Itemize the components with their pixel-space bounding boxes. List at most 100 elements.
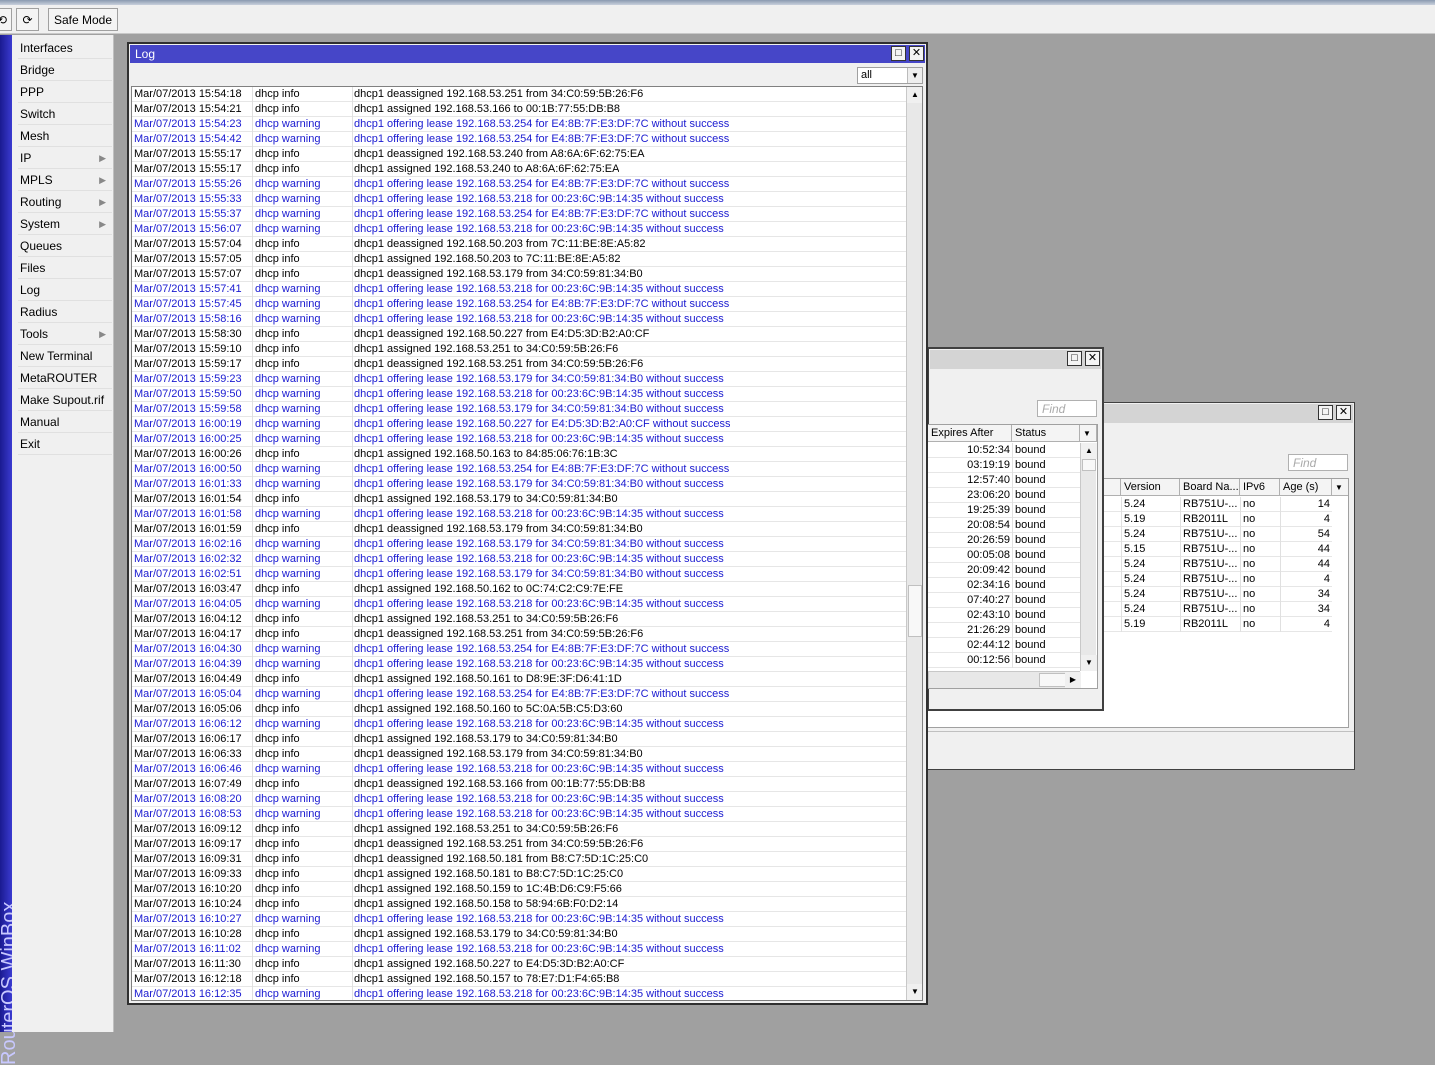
scroll-down-icon[interactable]: ▼ — [1081, 655, 1097, 671]
scroll-thumb[interactable] — [1039, 673, 1067, 687]
neighbor-version: 5.19 — [1121, 617, 1180, 632]
log-entry: Mar/07/2013 16:03:47 dhcp info dhcp1 assig… — [132, 582, 906, 597]
sidebar-item-exit[interactable]: Exit — [18, 433, 112, 455]
lease-status: bound — [1012, 458, 1078, 473]
toolbar: ⟲ ⟳ Safe Mode — [0, 5, 1435, 34]
sidebar-item-ppp[interactable]: PPP — [18, 81, 112, 103]
column-menu-icon[interactable]: ▼ — [1332, 479, 1348, 496]
sidebar-item-bridge[interactable]: Bridge — [18, 59, 112, 81]
find-input[interactable]: Find — [1037, 400, 1097, 417]
log-time: Mar/07/2013 16:02:32 — [134, 553, 242, 565]
find-input[interactable]: Find — [1288, 454, 1348, 471]
sidebar-item-label: Make Supout.rif — [20, 393, 105, 407]
lease-expires-after: 20:08:54 — [967, 519, 1010, 531]
log-entry: Mar/07/2013 15:55:17 dhcp info dhcp1 deass… — [132, 147, 906, 162]
log-topics: dhcp warning — [252, 432, 352, 447]
log-entry: Mar/07/2013 16:01:33 dhcp warning dhcp1 of… — [132, 477, 906, 492]
sidebar-item-ip[interactable]: IP ▶ — [18, 147, 112, 169]
topic-filter-select[interactable]: all ▼ — [857, 67, 923, 84]
chevron-right-icon: ▶ — [99, 329, 106, 339]
log-message: dhcp1 offering lease 192.168.53.218 for … — [352, 657, 724, 672]
sidebar-item-tools[interactable]: Tools ▶ — [18, 323, 112, 345]
log-topics: dhcp warning — [252, 987, 352, 1000]
lease-row: 20:09:42 bound — [928, 563, 1080, 578]
column-header-board-name[interactable]: Board Na... — [1180, 479, 1240, 496]
log-entry: Mar/07/2013 16:01:54 dhcp info dhcp1 assig… — [132, 492, 906, 507]
neighbor-board-name: RB751U-... — [1180, 602, 1240, 617]
maximize-button[interactable]: □ — [891, 46, 906, 61]
sidebar-item-queues[interactable]: Queues — [18, 235, 112, 257]
sidebar-item-metarouter[interactable]: MetaROUTER — [18, 367, 112, 389]
log-time: Mar/07/2013 16:06:17 — [134, 733, 242, 745]
scroll-thumb[interactable] — [1082, 459, 1096, 471]
log-entry: Mar/07/2013 16:02:16 dhcp warning dhcp1 of… — [132, 537, 906, 552]
maximize-icon: □ — [895, 47, 902, 59]
lease-row: 19:25:39 bound — [928, 503, 1080, 518]
vertical-scrollbar[interactable]: ▲ ▼ — [906, 87, 922, 1000]
vertical-scrollbar[interactable]: ▲ ▼ — [1080, 443, 1097, 671]
close-button[interactable]: ✕ — [909, 46, 924, 61]
log-topics: dhcp info — [252, 147, 352, 162]
log-topics: dhcp info — [252, 927, 352, 942]
log-topics: dhcp info — [252, 492, 352, 507]
log-time: Mar/07/2013 16:01:58 — [134, 508, 242, 520]
log-topics: dhcp info — [252, 867, 352, 882]
column-header-ipv6[interactable]: IPv6 — [1240, 479, 1280, 496]
sidebar-item-routing[interactable]: Routing ▶ — [18, 191, 112, 213]
sidebar-item-switch[interactable]: Switch — [18, 103, 112, 125]
log-topics: dhcp warning — [252, 132, 352, 147]
scroll-thumb[interactable] — [908, 585, 922, 637]
sidebar-item-mesh[interactable]: Mesh — [18, 125, 112, 147]
sidebar-item-system[interactable]: System ▶ — [18, 213, 112, 235]
safe-mode-button[interactable]: Safe Mode — [48, 8, 118, 31]
sidebar-item-new-terminal[interactable]: New Terminal — [18, 345, 112, 367]
lease-status: bound — [1012, 563, 1078, 578]
neighbor-board-name: RB751U-... — [1180, 557, 1240, 572]
sidebar-item-mpls[interactable]: MPLS ▶ — [18, 169, 112, 191]
log-topics: dhcp warning — [252, 792, 352, 807]
sidebar-item-label: Radius — [20, 305, 58, 319]
column-header-expires-after[interactable]: Expires After — [928, 425, 1012, 442]
sidebar-item-log[interactable]: Log — [18, 279, 112, 301]
log-topics: dhcp info — [252, 252, 352, 267]
neighbor-ipv6: no — [1240, 617, 1280, 632]
log-topics: dhcp info — [252, 702, 352, 717]
log-entry: Mar/07/2013 15:58:30 dhcp info dhcp1 deass… — [132, 327, 906, 342]
column-header-version[interactable]: Version — [1121, 479, 1180, 496]
column-header-age[interactable]: Age (s) — [1280, 479, 1332, 496]
sidebar-item-label: MetaROUTER — [20, 371, 98, 385]
dropdown-arrow-icon[interactable]: ▼ — [907, 68, 922, 83]
log-time: Mar/07/2013 15:54:23 — [134, 118, 242, 130]
lease-expires-after: 07:40:27 — [967, 594, 1010, 606]
maximize-button[interactable]: □ — [1318, 405, 1333, 420]
log-entry: Mar/07/2013 15:55:17 dhcp info dhcp1 assig… — [132, 162, 906, 177]
sidebar-item-files[interactable]: Files — [18, 257, 112, 279]
close-button[interactable]: ✕ — [1085, 351, 1100, 366]
column-header-status[interactable]: Status — [1012, 425, 1080, 442]
scroll-up-icon[interactable]: ▲ — [907, 87, 922, 103]
sidebar-item-manual[interactable]: Manual — [18, 411, 112, 433]
lease-expires-after: 12:57:40 — [967, 474, 1010, 486]
sidebar-item-radius[interactable]: Radius — [18, 301, 112, 323]
column-menu-icon[interactable]: ▼ — [1080, 425, 1097, 442]
log-message: dhcp1 assigned 192.168.53.179 to 34:C0:5… — [352, 927, 618, 942]
log-topics: dhcp warning — [252, 942, 352, 957]
log-topics: dhcp warning — [252, 597, 352, 612]
log-entry: Mar/07/2013 15:57:07 dhcp info dhcp1 deass… — [132, 267, 906, 282]
log-topics: dhcp warning — [252, 192, 352, 207]
scroll-up-icon[interactable]: ▲ — [1081, 443, 1097, 459]
log-time: Mar/07/2013 16:09:31 — [134, 853, 242, 865]
log-message: dhcp1 deassigned 192.168.53.251 from 34:… — [352, 87, 644, 102]
sidebar-item-make-supout-rif[interactable]: Make Supout.rif — [18, 389, 112, 411]
redo-button[interactable]: ⟳ — [16, 8, 39, 31]
close-button[interactable]: ✕ — [1336, 405, 1351, 420]
log-topics: dhcp info — [252, 897, 352, 912]
horizontal-scrollbar[interactable]: ▶ — [928, 671, 1081, 688]
scroll-down-icon[interactable]: ▼ — [907, 984, 922, 1000]
maximize-button[interactable]: □ — [1067, 351, 1082, 366]
log-entry: Mar/07/2013 15:54:18 dhcp info dhcp1 deass… — [132, 87, 906, 102]
sidebar-item-interfaces[interactable]: Interfaces — [18, 37, 112, 59]
scroll-right-icon[interactable]: ▶ — [1065, 672, 1081, 688]
undo-button[interactable]: ⟲ — [0, 8, 12, 31]
log-title-bar[interactable]: Log — [130, 45, 925, 63]
